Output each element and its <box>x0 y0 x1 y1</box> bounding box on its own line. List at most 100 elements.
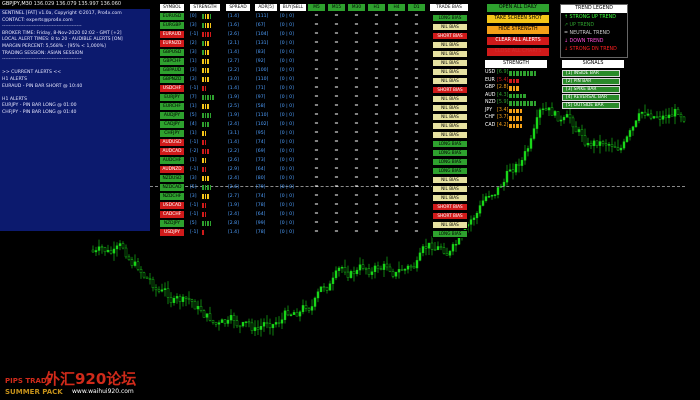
trend-indicator[interactable]: = <box>372 31 381 38</box>
trend-indicator[interactable]: = <box>372 103 381 110</box>
trend-indicator[interactable]: = <box>332 184 341 191</box>
trend-indicator[interactable]: = <box>332 13 341 20</box>
trend-indicator[interactable]: = <box>352 112 361 119</box>
trend-indicator[interactable]: = <box>332 175 341 182</box>
trade-bias-button[interactable]: LONG BIAS <box>432 140 468 148</box>
trend-indicator[interactable]: = <box>372 13 381 20</box>
symbol-button[interactable]: AUDNZD <box>160 166 184 173</box>
trade-bias-button[interactable]: NIL BIAS <box>432 131 468 139</box>
trend-indicator[interactable]: = <box>352 67 361 74</box>
trend-indicator[interactable]: = <box>372 76 381 83</box>
trend-indicator[interactable]: = <box>392 184 401 191</box>
trend-indicator[interactable]: = <box>332 58 341 65</box>
trend-indicator[interactable]: = <box>332 121 341 128</box>
column-header[interactable]: BUY|SELL <box>280 4 306 11</box>
trend-indicator[interactable]: = <box>312 121 321 128</box>
trend-indicator[interactable]: = <box>312 211 321 218</box>
trend-indicator[interactable]: = <box>372 85 381 92</box>
trend-indicator[interactable]: = <box>312 58 321 65</box>
symbol-button[interactable]: NZDJPY <box>160 220 184 227</box>
trend-indicator[interactable]: = <box>352 202 361 209</box>
trade-bias-button[interactable]: LONG BIAS <box>432 14 468 22</box>
trend-indicator[interactable]: = <box>352 157 361 164</box>
trend-indicator[interactable]: = <box>352 193 361 200</box>
trade-bias-button[interactable]: NIL BIAS <box>432 77 468 85</box>
trend-indicator[interactable]: = <box>332 76 341 83</box>
trend-indicator[interactable]: = <box>352 49 361 56</box>
trend-indicator[interactable]: = <box>412 22 421 29</box>
trade-bias-button[interactable]: NIL BIAS <box>432 68 468 76</box>
trend-indicator[interactable]: = <box>332 157 341 164</box>
trade-bias-button[interactable]: NIL BIAS <box>432 113 468 121</box>
trend-indicator[interactable]: = <box>372 22 381 29</box>
trend-indicator[interactable]: = <box>412 121 421 128</box>
trend-indicator[interactable]: = <box>412 175 421 182</box>
trend-indicator[interactable]: = <box>412 166 421 173</box>
trend-indicator[interactable]: = <box>352 31 361 38</box>
trend-indicator[interactable]: = <box>332 211 341 218</box>
trend-indicator[interactable]: = <box>412 148 421 155</box>
trend-indicator[interactable]: = <box>372 211 381 218</box>
trade-bias-button[interactable]: SHORT BIAS <box>432 212 468 220</box>
trend-indicator[interactable]: = <box>372 157 381 164</box>
trade-bias-button[interactable]: LONG BIAS <box>432 167 468 175</box>
trade-bias-button[interactable]: NIL BIAS <box>432 59 468 67</box>
trend-indicator[interactable]: = <box>392 121 401 128</box>
trade-bias-button[interactable]: NIL BIAS <box>432 95 468 103</box>
trend-indicator[interactable]: = <box>312 139 321 146</box>
trend-indicator[interactable]: = <box>332 229 341 236</box>
symbol-button[interactable]: USDCHF <box>160 85 184 92</box>
trend-indicator[interactable]: = <box>352 130 361 137</box>
trend-indicator[interactable]: = <box>312 85 321 92</box>
trend-indicator[interactable]: = <box>312 202 321 209</box>
trend-indicator[interactable]: = <box>312 103 321 110</box>
trend-indicator[interactable]: = <box>312 166 321 173</box>
trend-indicator[interactable]: = <box>372 193 381 200</box>
column-header[interactable]: TRADE BIAS <box>430 4 468 11</box>
trend-indicator[interactable]: = <box>332 130 341 137</box>
trend-indicator[interactable]: = <box>412 211 421 218</box>
trend-indicator[interactable]: = <box>412 40 421 47</box>
action-button[interactable]: CLOSE ALL CHARTS <box>487 48 549 56</box>
symbol-button[interactable]: CADCHF <box>160 211 184 218</box>
trend-indicator[interactable]: = <box>392 139 401 146</box>
trend-indicator[interactable]: = <box>332 94 341 101</box>
action-button[interactable]: OPEN ALL DAILY <box>487 4 549 12</box>
trend-indicator[interactable]: = <box>412 76 421 83</box>
symbol-button[interactable]: USDCAD <box>160 202 184 209</box>
trend-indicator[interactable]: = <box>372 148 381 155</box>
trend-indicator[interactable]: = <box>352 13 361 20</box>
trend-indicator[interactable]: = <box>312 193 321 200</box>
trend-indicator[interactable]: = <box>352 220 361 227</box>
trend-indicator[interactable]: = <box>412 85 421 92</box>
trend-indicator[interactable]: = <box>352 103 361 110</box>
trend-indicator[interactable]: = <box>352 175 361 182</box>
column-header[interactable]: SPREAD <box>226 4 250 11</box>
trend-indicator[interactable]: = <box>332 40 341 47</box>
trade-bias-button[interactable]: SHORT BIAS <box>432 86 468 94</box>
trend-indicator[interactable]: = <box>392 49 401 56</box>
trend-indicator[interactable]: = <box>372 130 381 137</box>
trend-indicator[interactable]: = <box>392 76 401 83</box>
symbol-button[interactable]: GBPUSD <box>160 49 184 56</box>
trend-indicator[interactable]: = <box>392 166 401 173</box>
trend-indicator[interactable]: = <box>372 139 381 146</box>
trend-indicator[interactable]: = <box>392 211 401 218</box>
column-header[interactable]: ADR[5] <box>255 4 277 11</box>
trend-indicator[interactable]: = <box>312 76 321 83</box>
trend-indicator[interactable]: = <box>312 184 321 191</box>
trade-bias-button[interactable]: NIL BIAS <box>432 221 468 229</box>
trend-indicator[interactable]: = <box>372 184 381 191</box>
trend-indicator[interactable]: = <box>352 166 361 173</box>
trend-indicator[interactable]: = <box>352 22 361 29</box>
column-header[interactable]: M15 <box>328 4 345 11</box>
trend-indicator[interactable]: = <box>392 85 401 92</box>
trade-bias-button[interactable]: NIL BIAS <box>432 194 468 202</box>
trend-indicator[interactable]: = <box>392 157 401 164</box>
trend-indicator[interactable]: = <box>372 58 381 65</box>
trend-indicator[interactable]: = <box>372 40 381 47</box>
column-header[interactable]: H1 <box>368 4 385 11</box>
trend-indicator[interactable]: = <box>392 220 401 227</box>
trend-indicator[interactable]: = <box>372 175 381 182</box>
trend-indicator[interactable]: = <box>332 148 341 155</box>
